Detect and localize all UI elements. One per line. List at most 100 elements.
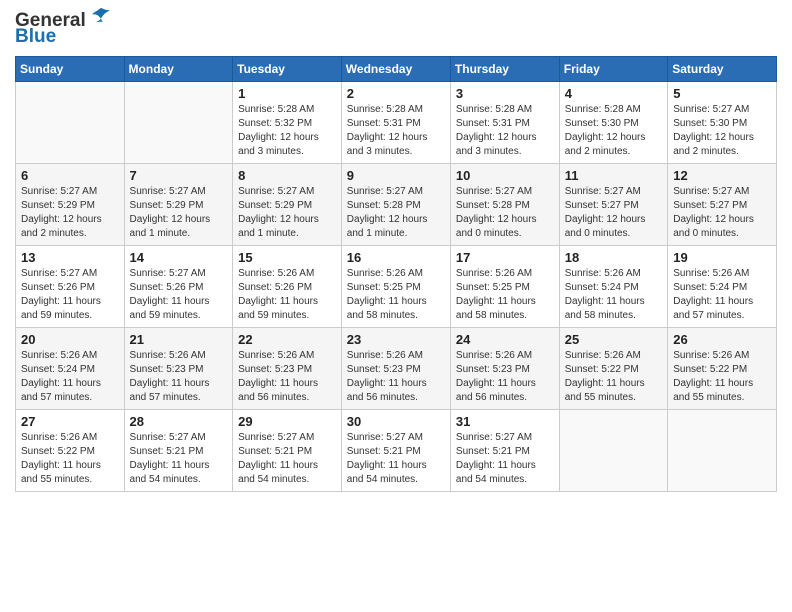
day-info: Sunrise: 5:27 AM Sunset: 5:21 PM Dayligh… — [238, 431, 336, 487]
day-info: Sunrise: 5:27 AM Sunset: 5:29 PM Dayligh… — [238, 185, 336, 241]
day-info: Sunrise: 5:26 AM Sunset: 5:22 PM Dayligh… — [21, 431, 119, 487]
day-info: Sunrise: 5:27 AM Sunset: 5:28 PM Dayligh… — [347, 185, 445, 241]
day-number: 8 — [238, 168, 336, 183]
day-info: Sunrise: 5:28 AM Sunset: 5:31 PM Dayligh… — [347, 103, 445, 159]
day-number: 13 — [21, 250, 119, 265]
day-info: Sunrise: 5:26 AM Sunset: 5:24 PM Dayligh… — [565, 267, 662, 323]
calendar-cell: 21 Sunrise: 5:26 AM Sunset: 5:23 PM Dayli… — [124, 328, 233, 410]
day-number: 29 — [238, 414, 336, 429]
calendar-cell: 23 Sunrise: 5:26 AM Sunset: 5:23 PM Dayli… — [341, 328, 450, 410]
calendar-cell: 6 Sunrise: 5:27 AM Sunset: 5:29 PM Daylig… — [16, 164, 125, 246]
day-info: Sunrise: 5:27 AM Sunset: 5:21 PM Dayligh… — [347, 431, 445, 487]
calendar-cell: 14 Sunrise: 5:27 AM Sunset: 5:26 PM Dayli… — [124, 246, 233, 328]
day-number: 4 — [565, 86, 662, 101]
calendar-cell: 2 Sunrise: 5:28 AM Sunset: 5:31 PM Daylig… — [341, 82, 450, 164]
day-number: 1 — [238, 86, 336, 101]
day-number: 27 — [21, 414, 119, 429]
day-number: 22 — [238, 332, 336, 347]
weekday-header-friday: Friday — [559, 57, 667, 82]
weekday-header-monday: Monday — [124, 57, 233, 82]
day-info: Sunrise: 5:27 AM Sunset: 5:26 PM Dayligh… — [21, 267, 119, 323]
day-number: 26 — [673, 332, 771, 347]
day-info: Sunrise: 5:26 AM Sunset: 5:23 PM Dayligh… — [347, 349, 445, 405]
day-info: Sunrise: 5:27 AM Sunset: 5:28 PM Dayligh… — [456, 185, 554, 241]
weekday-header-tuesday: Tuesday — [233, 57, 342, 82]
calendar-table: SundayMondayTuesdayWednesdayThursdayFrid… — [15, 56, 777, 492]
calendar-week-row: 6 Sunrise: 5:27 AM Sunset: 5:29 PM Daylig… — [16, 164, 777, 246]
calendar-week-row: 20 Sunrise: 5:26 AM Sunset: 5:24 PM Dayli… — [16, 328, 777, 410]
calendar-cell: 24 Sunrise: 5:26 AM Sunset: 5:23 PM Dayli… — [450, 328, 559, 410]
day-info: Sunrise: 5:26 AM Sunset: 5:24 PM Dayligh… — [21, 349, 119, 405]
day-number: 18 — [565, 250, 662, 265]
day-info: Sunrise: 5:27 AM Sunset: 5:29 PM Dayligh… — [21, 185, 119, 241]
day-info: Sunrise: 5:26 AM Sunset: 5:25 PM Dayligh… — [347, 267, 445, 323]
calendar-cell: 12 Sunrise: 5:27 AM Sunset: 5:27 PM Dayli… — [668, 164, 777, 246]
calendar-cell: 9Sunrise: 5:27 AM Sunset: 5:28 PM Daylig… — [341, 164, 450, 246]
day-number: 21 — [130, 332, 228, 347]
calendar-week-row: 13 Sunrise: 5:27 AM Sunset: 5:26 PM Dayli… — [16, 246, 777, 328]
day-number: 24 — [456, 332, 554, 347]
weekday-header-thursday: Thursday — [450, 57, 559, 82]
calendar-cell: 10Sunrise: 5:27 AM Sunset: 5:28 PM Dayli… — [450, 164, 559, 246]
day-info: Sunrise: 5:27 AM Sunset: 5:26 PM Dayligh… — [130, 267, 228, 323]
calendar-cell: 4 Sunrise: 5:28 AM Sunset: 5:30 PM Daylig… — [559, 82, 667, 164]
day-info: Sunrise: 5:27 AM Sunset: 5:27 PM Dayligh… — [673, 185, 771, 241]
day-info: Sunrise: 5:26 AM Sunset: 5:23 PM Dayligh… — [456, 349, 554, 405]
day-number: 6 — [21, 168, 119, 183]
day-number: 23 — [347, 332, 445, 347]
day-number: 15 — [238, 250, 336, 265]
day-info: Sunrise: 5:26 AM Sunset: 5:22 PM Dayligh… — [673, 349, 771, 405]
day-number: 12 — [673, 168, 771, 183]
logo: General Blue — [15, 10, 114, 48]
page-header: General Blue — [15, 10, 777, 48]
day-number: 7 — [130, 168, 228, 183]
day-info: Sunrise: 5:26 AM Sunset: 5:23 PM Dayligh… — [238, 349, 336, 405]
calendar-cell: 1Sunrise: 5:28 AM Sunset: 5:32 PM Daylig… — [233, 82, 342, 164]
day-number: 28 — [130, 414, 228, 429]
day-info: Sunrise: 5:28 AM Sunset: 5:31 PM Dayligh… — [456, 103, 554, 159]
calendar-cell: 7Sunrise: 5:27 AM Sunset: 5:29 PM Daylig… — [124, 164, 233, 246]
day-number: 30 — [347, 414, 445, 429]
day-info: Sunrise: 5:26 AM Sunset: 5:26 PM Dayligh… — [238, 267, 336, 323]
calendar-cell: 16 Sunrise: 5:26 AM Sunset: 5:25 PM Dayli… — [341, 246, 450, 328]
calendar-cell: 13 Sunrise: 5:27 AM Sunset: 5:26 PM Dayli… — [16, 246, 125, 328]
day-info: Sunrise: 5:27 AM Sunset: 5:21 PM Dayligh… — [130, 431, 228, 487]
day-number: 16 — [347, 250, 445, 265]
day-info: Sunrise: 5:26 AM Sunset: 5:22 PM Dayligh… — [565, 349, 662, 405]
calendar-cell: 26 Sunrise: 5:26 AM Sunset: 5:22 PM Dayli… — [668, 328, 777, 410]
day-info: Sunrise: 5:27 AM Sunset: 5:27 PM Dayligh… — [565, 185, 662, 241]
day-number: 19 — [673, 250, 771, 265]
calendar-week-row: 27 Sunrise: 5:26 AM Sunset: 5:22 PM Dayli… — [16, 410, 777, 492]
day-number: 20 — [21, 332, 119, 347]
calendar-cell: 19 Sunrise: 5:26 AM Sunset: 5:24 PM Dayli… — [668, 246, 777, 328]
weekday-header-saturday: Saturday — [668, 57, 777, 82]
day-number: 3 — [456, 86, 554, 101]
weekday-header-sunday: Sunday — [16, 57, 125, 82]
day-number: 14 — [130, 250, 228, 265]
weekday-header-row: SundayMondayTuesdayWednesdayThursdayFrid… — [16, 57, 777, 82]
calendar-cell: 3 Sunrise: 5:28 AM Sunset: 5:31 PM Daylig… — [450, 82, 559, 164]
calendar-cell: 27 Sunrise: 5:26 AM Sunset: 5:22 PM Dayli… — [16, 410, 125, 492]
day-info: Sunrise: 5:27 AM Sunset: 5:30 PM Dayligh… — [673, 103, 771, 159]
day-number: 31 — [456, 414, 554, 429]
calendar-cell — [16, 82, 125, 164]
calendar-cell: 29 Sunrise: 5:27 AM Sunset: 5:21 PM Dayli… — [233, 410, 342, 492]
calendar-body: 1Sunrise: 5:28 AM Sunset: 5:32 PM Daylig… — [16, 82, 777, 492]
calendar-cell — [124, 82, 233, 164]
day-info: Sunrise: 5:28 AM Sunset: 5:30 PM Dayligh… — [565, 103, 662, 159]
day-number: 2 — [347, 86, 445, 101]
calendar-cell: 17Sunrise: 5:26 AM Sunset: 5:25 PM Dayli… — [450, 246, 559, 328]
calendar-cell: 25Sunrise: 5:26 AM Sunset: 5:22 PM Dayli… — [559, 328, 667, 410]
calendar-cell: 8 Sunrise: 5:27 AM Sunset: 5:29 PM Daylig… — [233, 164, 342, 246]
calendar-cell — [668, 410, 777, 492]
calendar-cell: 11Sunrise: 5:27 AM Sunset: 5:27 PM Dayli… — [559, 164, 667, 246]
day-info: Sunrise: 5:26 AM Sunset: 5:23 PM Dayligh… — [130, 349, 228, 405]
calendar-cell: 20 Sunrise: 5:26 AM Sunset: 5:24 PM Dayli… — [16, 328, 125, 410]
calendar-cell — [559, 410, 667, 492]
calendar-header: SundayMondayTuesdayWednesdayThursdayFrid… — [16, 57, 777, 82]
day-info: Sunrise: 5:26 AM Sunset: 5:25 PM Dayligh… — [456, 267, 554, 323]
day-info: Sunrise: 5:26 AM Sunset: 5:24 PM Dayligh… — [673, 267, 771, 323]
day-number: 5 — [673, 86, 771, 101]
calendar-cell: 28 Sunrise: 5:27 AM Sunset: 5:21 PM Dayli… — [124, 410, 233, 492]
day-info: Sunrise: 5:27 AM Sunset: 5:21 PM Dayligh… — [456, 431, 554, 487]
